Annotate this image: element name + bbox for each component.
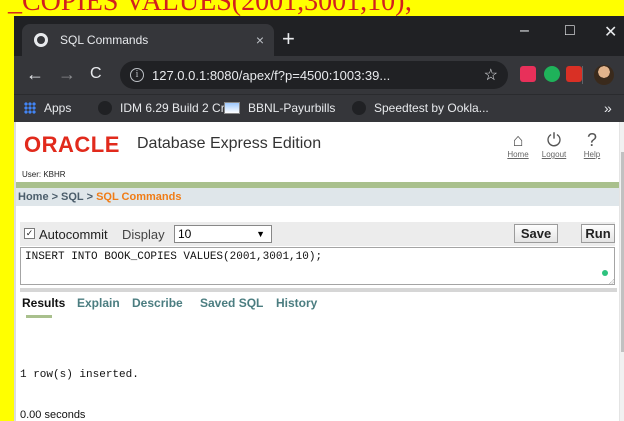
address-bar[interactable]: i 127.0.0.1:8080/apex/f?p=4500:1003:39..… [120,61,508,89]
autocommit-checkbox[interactable]: ✓ [24,228,35,239]
heading-strip: _COPIES VALUES(2001,3001,10); [0,0,624,16]
new-tab-button[interactable]: + [282,28,295,50]
tab-describe[interactable]: Describe [132,296,183,310]
help-link-label: Help [583,150,601,159]
favicon-icon [34,33,48,47]
maximize-button[interactable]: □ [565,22,575,40]
breadcrumb-home[interactable]: Home [18,191,49,203]
bookmark-speedtest[interactable]: Speedtest by Ookla... [352,101,489,115]
bbnl-site-icon [224,102,240,114]
browser-toolbar: ← → C i 127.0.0.1:8080/apex/f?p=4500:100… [14,56,624,94]
oracle-logo: ORACLE [24,132,120,157]
home-link[interactable]: ⌂ Home [500,130,536,159]
page-scrollbar[interactable] [619,122,624,421]
logout-link[interactable]: ⏻ Logout [536,130,572,159]
execution-time: 0.00 seconds [20,409,86,421]
apex-page: ORACLE Database Express Edition ⌂ Home ⏻… [14,122,624,421]
bookmark-apps[interactable]: Apps [24,101,71,115]
breadcrumb-separator: > [51,191,58,203]
sql-editor[interactable]: INSERT INTO BOOK_COPIES VALUES(2001,3001… [20,247,615,285]
active-tab-underline [26,315,52,318]
home-icon: ⌂ [512,130,524,150]
tab-bar: SQL Commands × + – □ ✕ [14,16,624,56]
user-label: User: KBHR [22,170,66,179]
help-icon: ? [586,130,597,150]
bookmark-apps-label: Apps [44,101,72,115]
tab-explain[interactable]: Explain [77,296,120,310]
breadcrumb-current: SQL Commands [96,191,182,203]
bookmarks-overflow-chevron[interactable]: » [604,100,612,116]
profile-avatar[interactable] [594,65,614,85]
logout-link-label: Logout [541,150,567,159]
autocommit-label: Autocommit [39,227,108,242]
display-label: Display [122,227,165,242]
reload-button[interactable]: C [90,64,102,84]
close-tab-icon[interactable]: × [246,32,274,48]
run-button[interactable]: Run [581,224,615,243]
extension-icon-2[interactable] [544,66,560,82]
tab-saved-sql[interactable]: Saved SQL [200,296,263,310]
breadcrumb: Home > SQL > SQL Commands [16,188,619,206]
tab-history[interactable]: History [276,296,317,310]
bookmark-bbnl-label: BBNL-Payurbills [248,101,336,115]
apps-grid-icon [24,102,36,114]
bookmark-idm-label: IDM 6.29 Build 2 Cr... [120,101,235,115]
home-link-label: Home [507,150,529,159]
toolbar-separator [582,66,583,84]
help-link[interactable]: ? Help [574,130,610,159]
close-window-button[interactable]: ✕ [604,22,617,42]
display-select[interactable]: 10 ▼ [174,225,272,243]
sql-controls-bar: ✓ Autocommit Display 10 ▼ Save Run [20,222,615,246]
save-button[interactable]: Save [514,224,558,243]
results-divider [20,288,617,292]
bookmark-star-icon[interactable]: ☆ [484,65,498,85]
display-select-value: 10 [178,227,192,241]
editor-status-dot [602,270,608,276]
browser-window: SQL Commands × + – □ ✕ ← → C i 127.0.0.1… [14,16,624,421]
bookmark-speedtest-label: Speedtest by Ookla... [374,101,489,115]
globe-icon [98,101,112,115]
breadcrumb-separator: > [86,191,94,203]
sql-editor-text: INSERT INTO BOOK_COPIES VALUES(2001,3001… [25,251,323,263]
bookmark-bbnl[interactable]: BBNL-Payurbills [224,101,335,115]
tab-title: SQL Commands [60,33,149,47]
back-button[interactable]: ← [26,64,44,84]
globe-icon [352,101,366,115]
browser-tab-sql-commands[interactable]: SQL Commands × [22,24,274,56]
tab-results[interactable]: Results [22,296,65,310]
chevron-down-icon: ▼ [256,229,265,239]
bookmarks-bar: Apps IDM 6.29 Build 2 Cr... BBNL-Payurbi… [14,94,624,122]
forward-button[interactable]: → [58,64,76,84]
bookmark-idm[interactable]: IDM 6.29 Build 2 Cr... [98,101,234,115]
logout-icon: ⏻ [546,130,562,150]
breadcrumb-sql[interactable]: SQL [61,191,84,203]
extension-icon-1[interactable] [520,66,536,82]
result-message: 1 row(s) inserted. [20,369,139,381]
pdf-extension-icon[interactable] [566,66,582,82]
resize-grip-icon[interactable] [609,278,615,284]
heading-strip-text: _COPIES VALUES(2001,3001,10); [8,0,413,16]
minimize-button[interactable]: – [520,22,529,40]
product-name: Database Express Edition [137,135,322,152]
url-text[interactable]: 127.0.0.1:8080/apex/f?p=4500:1003:39... [152,68,484,83]
site-info-icon[interactable]: i [130,68,144,82]
